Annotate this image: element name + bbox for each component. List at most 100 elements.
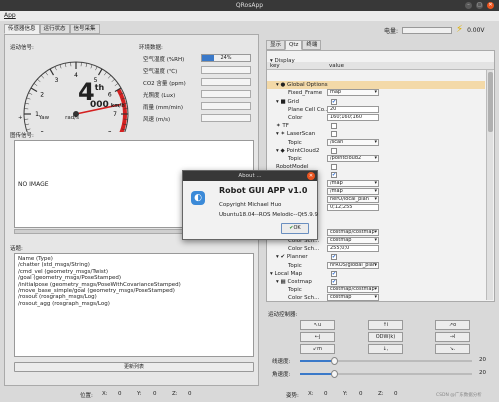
tree-row-combo[interactable]: /map: [327, 179, 379, 187]
move-l-button[interactable]: →l: [435, 332, 470, 342]
tree-row-checkbox[interactable]: [331, 147, 337, 154]
speedometer-minor-tick: [104, 71, 107, 76]
menu-app[interactable]: App: [4, 12, 16, 19]
move-i-button[interactable]: ↑i: [368, 320, 403, 330]
tree-row-edit[interactable]: 20: [327, 105, 379, 113]
angular-speed-value: 20: [479, 370, 486, 376]
tab-qtz[interactable]: Qtz: [285, 40, 303, 50]
linear-speed-slider[interactable]: [300, 357, 472, 365]
tab-terminal[interactable]: 终端: [302, 40, 322, 50]
tree-row-edit[interactable]: 160;160;160: [327, 114, 379, 121]
speedometer-major-tick: [49, 68, 55, 76]
tree-row-combo[interactable]: /scan: [327, 138, 379, 146]
env-row-value: [201, 66, 251, 74]
heading-y-label: Y:: [343, 391, 348, 397]
tree-row-checkbox[interactable]: [331, 123, 337, 130]
tree-row-key: Topic: [288, 139, 302, 146]
yaw-label: Yaw: [38, 115, 50, 121]
move-m-button[interactable]: ↙m: [300, 344, 335, 354]
tree-scrollbar[interactable]: [486, 70, 493, 300]
tree-row-checkbox[interactable]: [331, 131, 337, 138]
tree-row[interactable]: ▾ ✔ Planner ✔: [267, 253, 485, 261]
tree-scrollbar-thumb[interactable]: [488, 72, 493, 132]
lightning-icon: ⚡: [456, 24, 464, 35]
tree-row-checkbox[interactable]: ✔: [331, 172, 337, 179]
tree-row-checkbox[interactable]: ✔: [331, 270, 337, 277]
tree-row[interactable]: ▾ Display: [267, 57, 485, 65]
tree-row[interactable]: Fixed_Frame map: [267, 89, 485, 97]
heading-z-label: Z:: [378, 391, 384, 397]
topic-list[interactable]: Name (Type) /chatter (std_msgs/String) /…: [14, 253, 254, 357]
about-ok-button[interactable]: ✔OK: [281, 223, 309, 234]
voltage-value: 0.00V: [467, 26, 485, 34]
tree-row-combo[interactable]: nerO/local_plan: [327, 196, 379, 203]
speedometer-minor-tick: [33, 83, 38, 86]
tree-row-key: ✶ TF: [276, 123, 289, 130]
title-bar: QRosApp – □ ✕: [0, 0, 499, 11]
tree-row[interactable]: Topic/pointcloud2: [267, 155, 485, 163]
tree-row-combo[interactable]: costmap/costmap: [327, 286, 379, 294]
tree-row[interactable]: Plane Cell Co... 20: [267, 105, 485, 114]
env-row-label: 空气温度 (℃): [143, 69, 178, 75]
tree-row[interactable]: Topic costmap/costmap: [267, 286, 485, 294]
move-dot-button[interactable]: ↘.: [435, 344, 470, 354]
tree-row-combo[interactable]: /pointcloud2: [327, 155, 379, 162]
close-button[interactable]: ✕: [487, 2, 494, 9]
tree-row-key: Topic: [288, 262, 302, 269]
angular-speed-knob[interactable]: [331, 370, 339, 378]
watermark: CSDN @广东数据分析: [436, 393, 482, 398]
tree-row-checkbox[interactable]: ✔: [331, 279, 337, 285]
yaw-plus: +: [18, 115, 23, 121]
tree-row[interactable]: ✶ TF: [267, 122, 485, 130]
move-comma-button[interactable]: ↓,: [368, 344, 403, 354]
tree-row-combo[interactable]: costmap: [327, 294, 379, 302]
env-row: CO2 含量 (ppm): [143, 78, 255, 87]
position-label: 位置:: [80, 393, 93, 399]
tree-row[interactable]: ▾ Local Map ✔: [267, 270, 485, 278]
linear-speed-fill: [300, 360, 335, 362]
tree-row[interactable]: Topic nrROS/global_plan: [267, 261, 485, 270]
tree-row[interactable]: ▾ ✶ LaserScan: [267, 130, 485, 138]
tree-row-checkbox[interactable]: [331, 164, 337, 171]
tree-row-combo[interactable]: costmap: [327, 237, 379, 244]
tab-signal-collect[interactable]: 信号采集: [69, 24, 100, 34]
tree-row[interactable]: Topic/scan: [267, 138, 485, 147]
tree-row-combo[interactable]: costmap/costmap: [327, 228, 379, 236]
minimize-button[interactable]: –: [465, 2, 472, 9]
tree-row-key: Plane Cell Co...: [288, 106, 330, 113]
tree-row[interactable]: ▾ ■ Grid ✔: [267, 98, 485, 106]
tree-row[interactable]: Color 160;160;160: [267, 114, 485, 122]
speedometer-minor-tick: [90, 64, 93, 69]
about-title: About ...: [238, 173, 262, 179]
maximize-button[interactable]: □: [476, 2, 483, 9]
env-row-label: 空气湿度 (%RH): [143, 57, 185, 63]
move-o-button[interactable]: ↗o: [435, 320, 470, 330]
tree-row[interactable]: ▾ ▦ Costmap ✔: [267, 278, 485, 286]
tree-row[interactable]: ▾ ◆ PointCloud2: [267, 147, 485, 155]
tree-row-key: ▾ Local Map: [270, 270, 303, 277]
move-k-button[interactable]: ODW(k): [368, 332, 403, 342]
linear-speed-knob[interactable]: [331, 357, 339, 365]
tree-row-checkbox[interactable]: ✔: [331, 98, 337, 105]
tree-row-combo[interactable]: map: [327, 89, 379, 97]
tree-row-combo[interactable]: nrROS/global_plan: [327, 261, 379, 269]
move-j-button[interactable]: ←j: [300, 332, 335, 342]
topic-line[interactable]: /rosout_agg (rosgraph_msgs/Log): [18, 301, 250, 307]
tree-row-checkbox[interactable]: ✔: [331, 254, 337, 261]
about-title-bar: About ... ✕: [183, 171, 317, 181]
about-close-button[interactable]: ✕: [307, 172, 315, 180]
tree-row[interactable]: Color Sch... 255;0;0: [267, 245, 485, 253]
tab-sensor-info[interactable]: 传感器信息: [4, 24, 40, 34]
tree-row[interactable]: Color Sch... costmap: [267, 294, 485, 302]
tab-run-status[interactable]: 运行状态: [39, 24, 70, 34]
angular-speed-slider[interactable]: [300, 370, 472, 378]
env-data-label: 环境数据:: [139, 45, 163, 51]
tree-row[interactable]: ▾ ● Global Options: [267, 81, 485, 90]
move-u-button[interactable]: ↖u: [300, 320, 335, 330]
tree-row-combo[interactable]: /map: [327, 187, 379, 195]
refresh-topics-button[interactable]: 更新列表: [14, 362, 254, 372]
tab-display[interactable]: 显示: [266, 40, 286, 50]
tree-row-edit[interactable]: 255;0;0: [327, 245, 379, 253]
position-y-label: Y:: [137, 391, 142, 397]
tree-row-edit[interactable]: 0;12;255: [327, 204, 379, 212]
